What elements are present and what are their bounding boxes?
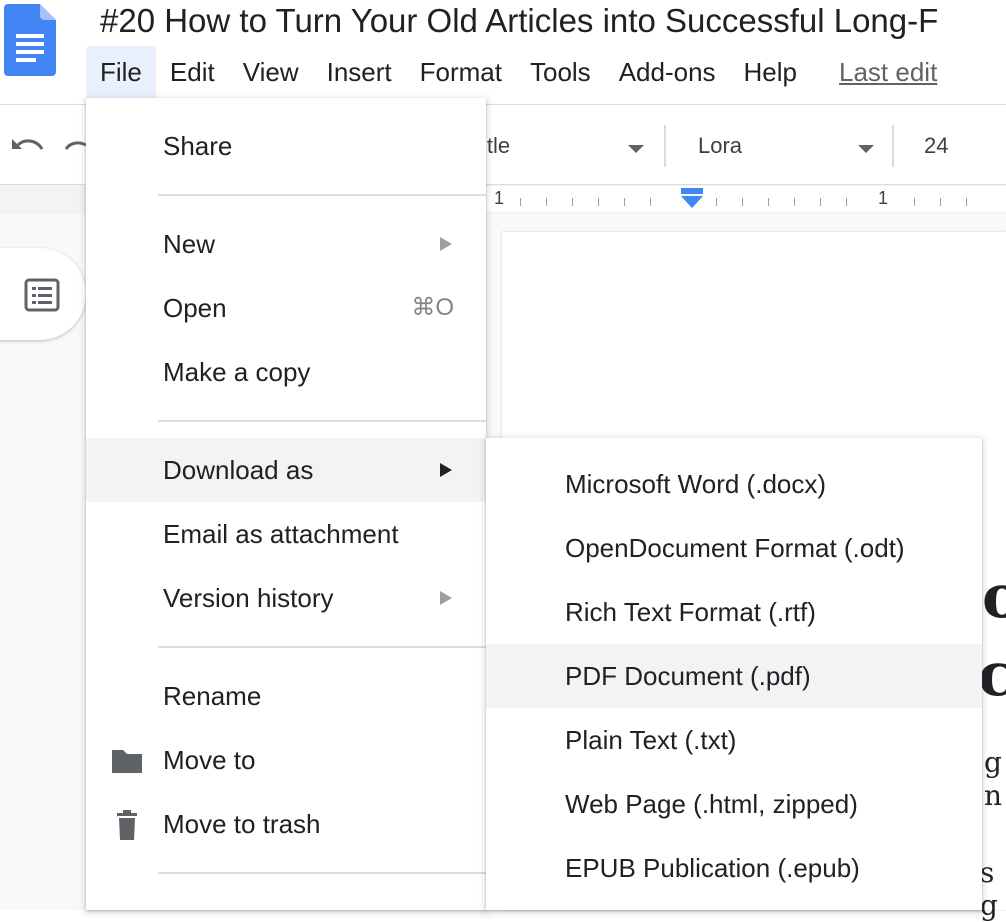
ruler-page-area: 1 1 [486, 186, 1006, 212]
submenu-item-pdf[interactable]: PDF Document (.pdf) [486, 644, 982, 708]
menu-format[interactable]: Format [406, 46, 516, 98]
submenu-item-html[interactable]: Web Page (.html, zipped) [486, 772, 982, 836]
submenu-arrow-icon [440, 463, 452, 477]
outline-icon[interactable] [24, 278, 60, 312]
page-text-fragment: g n [984, 746, 1003, 812]
submenu-arrow-icon [440, 591, 452, 605]
submenu-item-label: Plain Text (.txt) [565, 725, 737, 755]
menu-divider [158, 872, 486, 874]
menu-item-label: Email as attachment [163, 519, 399, 549]
ruler-tick [598, 198, 599, 206]
menu-item-label: Version history [163, 583, 334, 613]
submenu-item-label: EPUB Publication (.epub) [565, 853, 860, 883]
toolbar-divider [892, 125, 894, 167]
submenu-item-label: OpenDocument Format (.odt) [565, 533, 905, 563]
ruler-tick [520, 198, 521, 206]
submenu-item-label: Web Page (.html, zipped) [565, 789, 858, 819]
google-docs-logo-icon[interactable] [4, 4, 56, 76]
ruler-tick [768, 198, 769, 206]
paragraph-style-dropdown[interactable]: itle [482, 133, 510, 159]
menu-divider [158, 646, 486, 648]
menu-item-version-history[interactable]: Version history [86, 566, 486, 630]
ruler-number: 1 [878, 188, 889, 208]
menu-item-rename[interactable]: Rename [86, 664, 486, 728]
menu-tools[interactable]: Tools [516, 46, 605, 98]
submenu-item-label: Rich Text Format (.rtf) [565, 597, 816, 627]
menu-divider [158, 420, 486, 422]
ruler-tick [966, 198, 967, 206]
menu-view[interactable]: View [229, 46, 313, 98]
menu-item-label: Move to [163, 745, 256, 775]
menu-edit[interactable]: Edit [156, 46, 229, 98]
menu-item-download-as[interactable]: Download as [86, 438, 486, 502]
submenu-arrow-icon [440, 237, 452, 251]
submenu-item-txt[interactable]: Plain Text (.txt) [486, 708, 982, 772]
redo-icon[interactable] [62, 135, 86, 159]
menu-item-label: Move to trash [163, 809, 321, 839]
indent-marker-icon[interactable] [678, 186, 706, 212]
ruler-tick [716, 198, 717, 206]
menu-item-label: Rename [163, 681, 262, 711]
menu-item-label: Download as [163, 455, 314, 485]
ruler-tick [846, 198, 847, 206]
menu-item-label: New [163, 229, 216, 259]
menu-item-move-to-trash[interactable]: Move to trash [86, 792, 486, 856]
font-caret-icon[interactable] [858, 145, 874, 153]
ruler-tick [742, 198, 743, 206]
trash-icon [117, 810, 137, 840]
menu-addons[interactable]: Add-ons [605, 46, 730, 98]
ruler-tick [940, 198, 941, 206]
ruler-tick [650, 198, 651, 206]
menu-bar: File Edit View Insert Format Tools Add-o… [86, 46, 951, 98]
menu-item-label: Open [163, 293, 227, 323]
font-dropdown[interactable]: Lora [698, 133, 742, 159]
last-edit-link[interactable]: Last edit [825, 46, 951, 98]
submenu-item-label: PDF Document (.pdf) [565, 661, 811, 691]
menu-item-move-to[interactable]: Move to [86, 728, 486, 792]
menu-item-label: Share [163, 131, 233, 161]
submenu-item-odt[interactable]: OpenDocument Format (.odt) [486, 516, 982, 580]
menu-divider [158, 194, 486, 196]
font-size-field[interactable]: 24 [924, 133, 948, 159]
menu-item-make-copy[interactable]: Make a copy [86, 340, 486, 404]
page-text-fragment: s g [980, 856, 998, 922]
shortcut-label: ⌘O [411, 294, 454, 321]
submenu-item-docx[interactable]: Microsoft Word (.docx) [486, 452, 982, 516]
ruler-tick [914, 198, 915, 206]
document-title[interactable]: #20 How to Turn Your Old Articles into S… [100, 0, 938, 42]
menu-item-open[interactable]: Open ⌘O [86, 276, 486, 340]
menu-insert[interactable]: Insert [313, 46, 406, 98]
undo-icon[interactable] [10, 135, 46, 159]
menu-help[interactable]: Help [730, 46, 811, 98]
download-as-submenu: Microsoft Word (.docx) OpenDocument Form… [486, 438, 982, 910]
menu-item-email-attachment[interactable]: Email as attachment [86, 502, 486, 566]
ruler-tick [572, 198, 573, 206]
style-caret-icon[interactable] [628, 145, 644, 153]
ruler-number: 1 [494, 188, 505, 208]
folder-icon [112, 750, 142, 773]
submenu-item-epub[interactable]: EPUB Publication (.epub) [486, 836, 982, 900]
ruler-tick [794, 198, 795, 206]
toolbar-divider [664, 125, 666, 167]
ruler-tick [624, 198, 625, 206]
ruler-tick [546, 198, 547, 206]
menu-item-new[interactable]: New [86, 212, 486, 276]
file-menu: Share New Open ⌘O Make a copy Download a… [86, 98, 486, 910]
submenu-item-rtf[interactable]: Rich Text Format (.rtf) [486, 580, 982, 644]
page-text-fragment: ce [978, 640, 1006, 710]
menu-item-label: Make a copy [163, 357, 311, 387]
menu-file[interactable]: File [86, 46, 156, 98]
submenu-item-label: Microsoft Word (.docx) [565, 469, 827, 499]
page-text-fragment: o [982, 562, 1006, 632]
ruler-tick [820, 198, 821, 206]
menu-item-share[interactable]: Share [86, 114, 486, 178]
